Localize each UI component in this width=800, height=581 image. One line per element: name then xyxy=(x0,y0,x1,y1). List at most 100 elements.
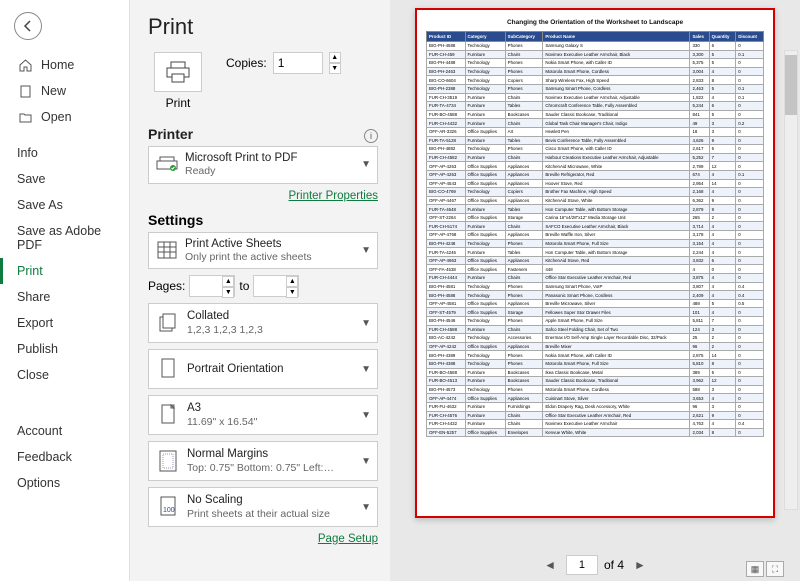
table-row: FUR-CH-4432FurnitureChairsGlobal Task Ch… xyxy=(427,119,764,128)
pages-to-label: to xyxy=(239,279,249,293)
chevron-down-icon: ▼ xyxy=(357,318,371,329)
back-arrow-icon xyxy=(22,20,34,32)
table-row: FUR-CH-4432FurnitureChairsNovimex Execut… xyxy=(427,420,764,429)
table-row: BIG-PH-4588TechnologyPhonesSamsung Galax… xyxy=(427,42,764,51)
preview-page: Changing the Orientation of the Workshee… xyxy=(415,8,775,518)
zoom-to-page-button[interactable]: ⛶ xyxy=(766,561,784,577)
collated-icon xyxy=(157,311,179,335)
sidebar-item-save-as-adobe-pdf[interactable]: Save as Adobe PDF xyxy=(0,218,129,258)
margins-dropdown[interactable]: Normal Margins Top: 0.75" Bottom: 0.75" … xyxy=(148,441,378,481)
sidebar-item-account[interactable]: Account xyxy=(0,418,129,444)
next-page-button[interactable]: ► xyxy=(630,558,650,572)
table-row: OFF-AP-4768Office SuppliesAppliancesBrev… xyxy=(427,231,764,240)
collation-dropdown[interactable]: Collated 1,2,3 1,2,3 1,2,3 ▼ xyxy=(148,303,378,343)
printer-name: Microsoft Print to PDF xyxy=(185,151,357,165)
table-row: BIG-PH-4581TechnologyPhonesSamsung Smart… xyxy=(427,282,764,291)
table-row: OFF-AP-4263Office SuppliesAppliancesBrev… xyxy=(427,170,764,179)
printer-dropdown[interactable]: Microsoft Print to PDF Ready ▼ xyxy=(148,146,378,184)
table-row: FUR-TA-5128FurnitureTablesBevis Conferen… xyxy=(427,136,764,145)
table-row: BIG-PH-4388TechnologyPhonesMotorola Smar… xyxy=(427,359,764,368)
sidebar-item-info[interactable]: Info xyxy=(0,140,129,166)
chevron-down-icon: ▼ xyxy=(357,456,371,467)
scaling-icon: 100 xyxy=(158,495,178,519)
sidebar-item-export[interactable]: Export xyxy=(0,310,129,336)
svg-text:100: 100 xyxy=(163,507,175,514)
table-row: OFF-AP-4963Office SuppliesAppliancesKitc… xyxy=(427,256,764,265)
sidebar-item-share[interactable]: Share xyxy=(0,284,129,310)
chevron-down-icon: ▼ xyxy=(357,364,371,375)
table-row: BIG-PH-4546TechnologyPhonesApple Smart P… xyxy=(427,317,764,326)
printer-heading: Printer xyxy=(148,126,193,142)
pages-from-input[interactable] xyxy=(190,276,222,296)
scaling-dropdown[interactable]: 100 No Scaling Print sheets at their act… xyxy=(148,487,378,527)
prev-page-button[interactable]: ◄ xyxy=(540,558,560,572)
table-row: FUR-CH-5174FurnitureChairsSAFCO Executiv… xyxy=(427,222,764,231)
copies-down[interactable]: ▼ xyxy=(329,63,341,74)
table-row: FUR-TA-4648FurnitureTablesHon Computer T… xyxy=(427,205,764,214)
table-row: BIG-PH-4248TechnologyPhonesMotorola Smar… xyxy=(427,239,764,248)
table-row: OFF-AR-3326Office SuppliesArtHewlett Pen… xyxy=(427,127,764,136)
table-row: BIG-PH-4389TechnologyPhonesNokia Smart P… xyxy=(427,351,764,360)
pages-to-input[interactable] xyxy=(254,276,286,296)
open-icon xyxy=(17,111,33,124)
margins-icon xyxy=(158,449,178,473)
new-icon xyxy=(17,85,33,98)
sidebar-item-new[interactable]: New xyxy=(0,78,129,104)
show-margins-button[interactable]: ▦ xyxy=(746,561,764,577)
sheet-title: Changing the Orientation of the Workshee… xyxy=(426,19,764,26)
table-row: FUR-TA-4246FurnitureTablesHon Computer T… xyxy=(427,248,764,257)
sidebar-item-home[interactable]: Home xyxy=(0,52,129,78)
chevron-down-icon: ▼ xyxy=(357,502,371,513)
copies-input[interactable] xyxy=(273,52,323,74)
print-settings-column: Print Print Copies: ▲ ▼ xyxy=(130,0,390,581)
chevron-down-icon: ▼ xyxy=(357,159,371,170)
chevron-down-icon: ▼ xyxy=(357,410,371,421)
print-preview-area: Changing the Orientation of the Workshee… xyxy=(390,0,800,581)
table-row: BIG-AC-4242TechnologyAccessoriesEnermax … xyxy=(427,334,764,343)
print-button-label: Print xyxy=(148,96,208,110)
table-row: OFF-EN-5257Office SuppliesEnvelopesKenvu… xyxy=(427,428,764,437)
table-row: OFF-ST-4579Office SuppliesStorageFellowe… xyxy=(427,308,764,317)
printer-properties-link[interactable]: Printer Properties xyxy=(289,190,378,202)
sidebar-item-close[interactable]: Close xyxy=(0,362,129,388)
page-current-input[interactable] xyxy=(566,555,598,575)
table-row: BIG-PH-2463TechnologyPhonesMotorola Smar… xyxy=(427,67,764,76)
sidebar-item-open[interactable]: Open xyxy=(0,104,129,130)
copies-up[interactable]: ▲ xyxy=(329,52,341,63)
backstage-sidebar: HomeNewOpen InfoSaveSave AsSave as Adobe… xyxy=(0,0,130,581)
sidebar-item-feedback[interactable]: Feedback xyxy=(0,444,129,470)
table-row: OFF-AP-4543Office SuppliesAppliancesHoov… xyxy=(427,179,764,188)
paper-size-dropdown[interactable]: A3 11.69" x 16.54" ▼ xyxy=(148,395,378,435)
sidebar-item-print[interactable]: Print xyxy=(0,258,129,284)
printer-info-icon[interactable]: i xyxy=(364,129,378,143)
table-row: BIG-PH-4573TechnologyPhonesMotorola Smar… xyxy=(427,385,764,394)
settings-heading: Settings xyxy=(148,212,378,228)
table-row: OFF-AP-4242Office SuppliesAppliancesBrev… xyxy=(427,342,764,351)
page-total-label: of 4 xyxy=(604,558,624,572)
sidebar-item-publish[interactable]: Publish xyxy=(0,336,129,362)
table-row: BIG-CO-6604TechnologyCopiersSharp Wirele… xyxy=(427,76,764,85)
table-row: FUR-CH-459FurnitureChairsNovimex Executi… xyxy=(427,50,764,59)
printer-status: Ready xyxy=(185,165,357,178)
table-row: BIG-PH-4588TechnologyPhonesPanasonic Sma… xyxy=(427,291,764,300)
page-icon xyxy=(159,403,177,427)
table-row: OFF-AP-4467Office SuppliesAppliancesKitc… xyxy=(427,196,764,205)
table-row: BIG-PH-4882TechnologyPhonesCisco Smart P… xyxy=(427,145,764,154)
table-row: FUR-TA-4734FurnitureTablesChromcraft Con… xyxy=(427,102,764,111)
sidebar-item-options[interactable]: Options xyxy=(0,470,129,496)
print-button[interactable]: Print xyxy=(148,52,208,110)
preview-scrollbar[interactable] xyxy=(784,50,798,510)
sidebar-item-save[interactable]: Save xyxy=(0,166,129,192)
back-button[interactable] xyxy=(14,12,42,40)
orientation-dropdown[interactable]: Portrait Orientation ▼ xyxy=(148,349,378,389)
table-row: FUR-CH-4582FurnitureChairsHarbour Creati… xyxy=(427,153,764,162)
table-row: BIG-PH-4488TechnologyPhonesNokia Smart P… xyxy=(427,59,764,68)
page-setup-link[interactable]: Page Setup xyxy=(318,533,378,545)
print-what-dropdown[interactable]: Print Active Sheets Only print the activ… xyxy=(148,232,378,270)
printer-device-icon xyxy=(156,156,178,174)
table-row: FUR-BO-4513FurnitureBookcasesSauder Clas… xyxy=(427,377,764,386)
table-row: OFF-AP-4581Office SuppliesAppliancesBrev… xyxy=(427,299,764,308)
table-row: OFF-ST-2264Office SuppliesStorageCarina … xyxy=(427,213,764,222)
sheets-icon xyxy=(157,241,177,259)
sidebar-item-save-as[interactable]: Save As xyxy=(0,192,129,218)
